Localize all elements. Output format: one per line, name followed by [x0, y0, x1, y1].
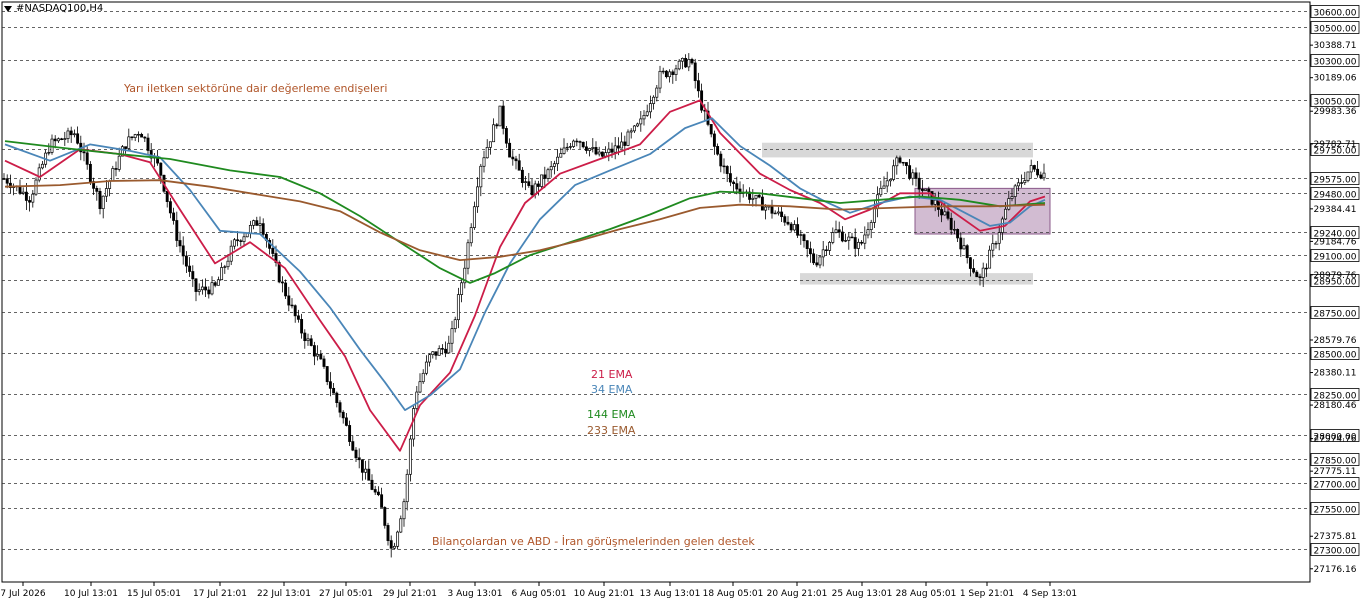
legend-ema233: 233 EMA — [587, 424, 636, 437]
y-tick-label: 27375.81 — [1314, 532, 1357, 542]
candle — [88, 161, 92, 186]
level-label: 30050.00 — [1314, 98, 1357, 108]
level-label: 27850.00 — [1314, 457, 1357, 467]
y-tick-label: 29983.36 — [1314, 107, 1357, 117]
level-label: 27550.00 — [1314, 506, 1357, 516]
candle — [600, 151, 604, 158]
chart-title: #NASDAQ100,H4 — [4, 3, 103, 14]
collapse-triangle-icon[interactable] — [4, 5, 12, 12]
x-tick-label: 15 Jul 05:01 — [127, 589, 181, 599]
annotation-earnings-support: Bilançolardan ve ABD - İran görüşmelerin… — [432, 535, 755, 548]
x-tick-label: 28 Aug 05:01 — [896, 589, 957, 599]
level-label: 30600.00 — [1314, 9, 1357, 19]
y-tick-label: 30388.71 — [1314, 41, 1357, 51]
y-tick-label: 27974.76 — [1314, 435, 1357, 445]
level-label: 30500.00 — [1314, 25, 1357, 35]
y-tick-label: 30189.06 — [1314, 74, 1357, 84]
x-tick-label: 22 Jul 13:01 — [257, 589, 311, 599]
legend-ema144: 144 EMA — [587, 408, 636, 421]
y-tick-label: 27176.16 — [1314, 565, 1357, 575]
x-tick-label: 13 Aug 13:01 — [640, 589, 701, 599]
x-tick-label: 20 Aug 21:01 — [767, 589, 828, 599]
y-tick-label: 29782.71 — [1314, 140, 1357, 150]
zone-gray-1 — [800, 273, 1033, 285]
candle — [383, 506, 387, 529]
y-tick-label: 28579.76 — [1314, 336, 1357, 346]
symbol-title: #NASDAQ100,H4 — [16, 3, 104, 14]
x-tick-label: 10 Jul 13:01 — [64, 589, 118, 599]
y-tick-label: 28380.11 — [1314, 369, 1357, 379]
candle — [626, 129, 630, 147]
x-tick-label: 27 Jul 05:01 — [319, 589, 373, 599]
level-label: 29575.00 — [1314, 176, 1357, 186]
annotation-semiconductor-valuation: Yarı iletken sektörüne dair değerleme en… — [124, 82, 388, 95]
x-tick-label: 4 Sep 13:01 — [1023, 589, 1077, 599]
legend-ema21: 21 EMA — [591, 368, 633, 381]
x-tick-label: 10 Aug 21:01 — [574, 589, 635, 599]
candle — [408, 435, 412, 482]
candle — [572, 139, 576, 148]
legend-ema34: 34 EMA — [591, 383, 633, 396]
level-label: 27700.00 — [1314, 481, 1357, 491]
candle — [111, 165, 115, 182]
level-label: 29480.00 — [1314, 191, 1357, 201]
level-label: 27300.00 — [1314, 547, 1357, 557]
candle — [924, 188, 928, 191]
y-tick-label: 28180.46 — [1314, 401, 1357, 411]
x-tick-label: 18 Aug 05:01 — [703, 589, 764, 599]
level-label: 29100.00 — [1314, 253, 1357, 263]
zone-gray-0 — [762, 142, 1033, 158]
candle — [498, 105, 502, 127]
y-tick-label: 29184.76 — [1314, 237, 1357, 247]
level-label: 28750.00 — [1314, 310, 1357, 320]
y-tick-label: 28979.76 — [1314, 271, 1357, 281]
y-tick-label: 27775.11 — [1314, 467, 1357, 477]
x-tick-label: 17 Jul 21:01 — [193, 589, 247, 599]
x-tick-label: 6 Aug 05:01 — [512, 589, 567, 599]
y-tick-label: 29384.41 — [1314, 205, 1357, 215]
x-tick-label: 3 Aug 13:01 — [448, 589, 503, 599]
x-tick-label: 29 Jul 21:01 — [383, 589, 437, 599]
level-label: 28500.00 — [1314, 351, 1357, 361]
x-tick-label: 25 Aug 13:01 — [832, 589, 893, 599]
x-tick-label: 1 Sep 21:01 — [960, 589, 1014, 599]
x-tick-label: 7 Jul 2026 — [0, 589, 45, 599]
level-label: 28250.00 — [1314, 392, 1357, 402]
candle — [1026, 171, 1030, 183]
level-label: 30300.00 — [1314, 58, 1357, 68]
